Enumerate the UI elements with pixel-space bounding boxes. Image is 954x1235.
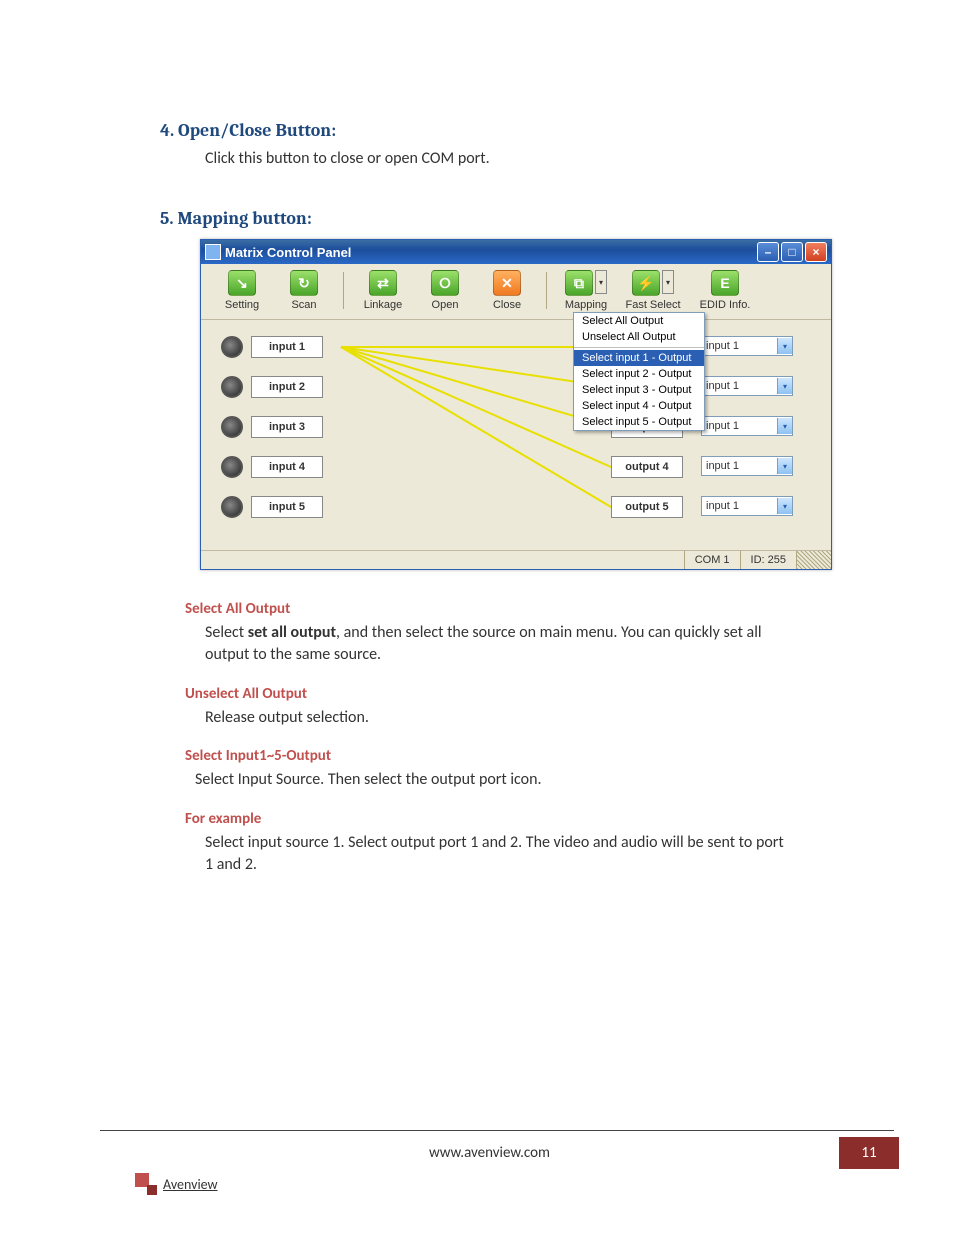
output-select-2[interactable]: input 1 ▾ [701,376,793,396]
menu-item-input1[interactable]: Select input 1 - Output [574,350,704,366]
port-icon [221,456,243,478]
chevron-down-icon[interactable]: ▾ [662,270,674,294]
status-com: COM 1 [684,551,740,569]
chevron-down-icon[interactable]: ▾ [777,418,792,434]
output-select-3-value: input 1 [706,420,739,432]
chevron-down-icon[interactable]: ▾ [777,458,792,474]
body-for-example: Select input source 1. Select output por… [205,832,784,877]
menu-item-input3[interactable]: Select input 3 - Output [574,382,704,398]
toolbar-fast-select[interactable]: ⚡ ▾ Fast Select [617,270,689,311]
output-label-5: output 5 [611,496,683,518]
toolbar-open[interactable]: ⭘ Open [414,270,476,311]
input-label-4: input 4 [251,456,323,478]
window-title: Matrix Control Panel [225,245,351,260]
output-select-4-value: input 1 [706,460,739,472]
toolbar-mapping[interactable]: ⧉ ▾ Mapping [555,270,617,311]
body-unselect-all-output: Release output selection. [205,707,784,729]
output-select-1-value: input 1 [706,340,739,352]
input-row-1[interactable]: input 1 [221,336,323,358]
port-icon [221,416,243,438]
toolbar-linkage-label: Linkage [364,299,403,311]
output-select-5-value: input 1 [706,500,739,512]
edid-icon: E [711,270,739,296]
output-select-5[interactable]: input 1 ▾ [701,496,793,516]
chevron-down-icon[interactable]: ▾ [777,498,792,514]
port-icon [221,496,243,518]
window-close-button[interactable]: × [805,242,827,262]
menu-item-unselect-all[interactable]: Unselect All Output [574,329,704,345]
toolbar-close-label: Close [493,299,521,311]
linkage-icon: ⇄ [369,270,397,296]
output-row-5[interactable]: output 5 [611,496,683,518]
heading-unselect-all-output: Unselect All Output [185,685,894,703]
output-select-2-value: input 1 [706,380,739,392]
resize-grip-icon[interactable] [796,551,831,569]
menu-item-select-all[interactable]: Select All Output [574,313,704,329]
toolbar-mapping-label: Mapping [565,299,607,311]
input-row-5[interactable]: input 5 [221,496,323,518]
port-icon [221,336,243,358]
heading-select-all-output: Select All Output [185,600,894,618]
toolbar: ↘ Setting ↻ Scan ⇄ Linkage ⭘ Open [201,264,831,320]
titlebar: Matrix Control Panel – □ × [201,240,831,264]
toolbar-open-label: Open [432,299,459,311]
statusbar: COM 1 ID: 255 [201,550,831,569]
toolbar-edid-label: EDID Info. [700,299,751,311]
output-row-4[interactable]: output 4 [611,456,683,478]
toolbar-linkage[interactable]: ⇄ Linkage [352,270,414,311]
output-select-4[interactable]: input 1 ▾ [701,456,793,476]
heading-open-close: 4. Open/Close Button: [160,120,894,141]
output-label-4: output 4 [611,456,683,478]
mapping-icon: ⧉ [565,270,593,296]
chevron-down-icon[interactable]: ▾ [595,270,607,294]
open-icon: ⭘ [431,270,459,296]
input-label-3: input 3 [251,416,323,438]
menu-item-input2[interactable]: Select input 2 - Output [574,366,704,382]
refresh-icon: ↻ [290,270,318,296]
heading-mapping: 5. Mapping button: [160,208,894,229]
footer-brand: Avenview [135,1173,954,1195]
close-icon: ✕ [493,270,521,296]
toolbar-scan-label: Scan [291,299,316,311]
menu-item-input4[interactable]: Select input 4 - Output [574,398,704,414]
input-label-5: input 5 [251,496,323,518]
chevron-down-icon[interactable]: ▾ [777,378,792,394]
chevron-down-icon[interactable]: ▾ [777,338,792,354]
toolbar-setting[interactable]: ↘ Setting [211,270,273,311]
avenview-logo-icon [135,1173,157,1195]
wrench-icon: ↘ [228,270,256,296]
heading-select-input-output: Select Input1~5-Output [185,747,894,765]
toolbar-edid[interactable]: E EDID Info. [689,270,761,311]
input-label-2: input 2 [251,376,323,398]
input-label-1: input 1 [251,336,323,358]
app-icon [205,244,221,260]
input-row-3[interactable]: input 3 [221,416,323,438]
mapping-dropdown-menu: Select All Output Unselect All Output Se… [573,312,705,431]
toolbar-scan[interactable]: ↻ Scan [273,270,335,311]
footer-rule [100,1130,894,1131]
input-row-4[interactable]: input 4 [221,456,323,478]
page-number: 11 [839,1137,899,1169]
footer-brand-text: Avenview [163,1176,218,1193]
menu-item-input5[interactable]: Select input 5 - Output [574,414,704,430]
toolbar-close[interactable]: ✕ Close [476,270,538,311]
window-minimize-button[interactable]: – [757,242,779,262]
output-select-3[interactable]: input 1 ▾ [701,416,793,436]
heading-for-example: For example [185,810,894,828]
app-window: Matrix Control Panel – □ × ↘ Setting ↻ S… [200,239,832,570]
input-row-2[interactable]: input 2 [221,376,323,398]
body-select-input-output: Select Input Source. Then select the out… [195,769,784,791]
mapping-area: input 1 input 2 input 3 input 4 input 5 … [201,320,831,550]
fast-select-icon: ⚡ [632,270,660,296]
status-id: ID: 255 [740,551,796,569]
window-maximize-button[interactable]: □ [781,242,803,262]
toolbar-setting-label: Setting [225,299,259,311]
port-icon [221,376,243,398]
body-open-close: Click this button to close or open COM p… [205,149,894,168]
body-select-all-output: Select set all output, and then select t… [205,622,784,667]
toolbar-fastselect-label: Fast Select [625,299,680,311]
output-select-1[interactable]: input 1 ▾ [701,336,793,356]
footer-url: www.avenview.com [140,1144,839,1162]
